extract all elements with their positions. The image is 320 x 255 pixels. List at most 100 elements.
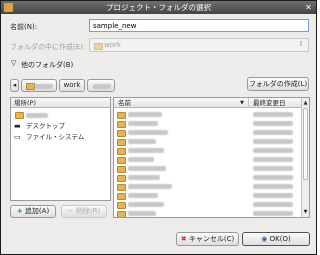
folder-icon: [117, 166, 126, 173]
file-row[interactable]: [114, 137, 309, 146]
scroll-thumb[interactable]: [303, 108, 308, 180]
file-row[interactable]: [114, 128, 309, 137]
file-name: [128, 202, 164, 207]
dialog-window: プロジェクト・フォルダの選択 ✕ 名前(N): フォルダの中に作成(E): wo…: [0, 0, 317, 255]
path-segment-current[interactable]: [87, 79, 115, 92]
home-folder-icon: [26, 83, 35, 90]
folder-icon: [117, 211, 126, 217]
expander-arrow-icon[interactable]: ▽: [11, 59, 16, 67]
path-segment-label: [93, 84, 111, 89]
file-name: [128, 166, 166, 171]
file-name: [128, 121, 158, 126]
remove-button[interactable]: − 削除(R): [61, 205, 107, 218]
file-modified: [253, 130, 293, 135]
places-item-label: [26, 113, 48, 118]
file-name: [128, 184, 172, 189]
remove-button-label: 削除(R): [75, 207, 101, 215]
sort-arrow-icon: ▼: [240, 100, 244, 106]
title-bar: プロジェクト・フォルダの選択 ✕: [1, 1, 316, 14]
path-segment-label: [35, 84, 53, 89]
ok-button[interactable]: ◉ OK(O): [242, 232, 310, 246]
places-item-label: デスクトップ: [26, 122, 65, 130]
desktop-icon: ▬: [14, 122, 21, 130]
places-item-desktop[interactable]: ▬ デスクトップ: [11, 121, 110, 131]
drive-icon: ▭: [14, 133, 21, 141]
other-folders-label[interactable]: 他のフォルダ(B): [21, 60, 73, 70]
create-in-label: フォルダの中に作成(E):: [10, 43, 86, 51]
file-row[interactable]: [114, 191, 309, 200]
column-header-name[interactable]: 名前 ▼: [114, 98, 249, 108]
home-folder-icon: [15, 112, 24, 119]
ok-icon: ◉: [261, 235, 268, 243]
file-modified: [253, 211, 293, 216]
path-segment-home[interactable]: [21, 79, 57, 92]
combo-arrows-icon: ⇕: [298, 40, 304, 48]
file-name: [128, 112, 162, 117]
name-field[interactable]: [89, 19, 309, 32]
file-row[interactable]: [114, 200, 309, 209]
scroll-down-arrow-icon[interactable]: ▼: [303, 209, 308, 215]
file-modified: [253, 121, 293, 126]
add-button[interactable]: + 追加(A): [10, 205, 56, 218]
places-item-filesystem[interactable]: ▭ ファイル・システム: [11, 132, 110, 142]
folder-icon: [117, 175, 126, 182]
file-modified: [253, 202, 293, 207]
scrollbar[interactable]: ▲ ▼: [301, 98, 309, 217]
file-name: [128, 193, 158, 198]
file-name: [128, 139, 156, 144]
file-row[interactable]: [114, 173, 309, 182]
file-modified: [253, 175, 293, 180]
folder-icon: [117, 157, 126, 164]
add-button-label: 追加(A): [24, 207, 50, 215]
folder-icon: [117, 121, 126, 128]
file-modified: [253, 157, 293, 162]
file-name: [128, 148, 164, 153]
file-row[interactable]: [114, 119, 309, 128]
file-modified: [253, 184, 293, 189]
column-header-name-label: 名前: [118, 99, 131, 107]
column-header-modified[interactable]: 最終変更日: [249, 98, 301, 108]
create-folder-button[interactable]: フォルダの作成(L): [247, 77, 309, 91]
folder-icon: [117, 202, 126, 209]
ok-button-label: OK(O): [269, 235, 291, 243]
file-modified: [253, 193, 293, 198]
file-row[interactable]: [114, 182, 309, 191]
places-pane: 場所(P) ▬ デスクトップ ▭ ファイル・システム: [10, 97, 111, 201]
file-name: [128, 130, 168, 135]
path-back-button[interactable]: ◂: [10, 79, 19, 92]
file-modified: [253, 148, 293, 153]
path-segment-work[interactable]: work: [59, 79, 85, 92]
folder-icon: [117, 193, 126, 200]
places-item-home[interactable]: [11, 110, 110, 120]
cancel-button[interactable]: ✖ キャンセル(C): [176, 232, 239, 246]
create-in-combo[interactable]: work ⇕: [89, 38, 309, 52]
folder-icon: [94, 43, 103, 50]
window-title: プロジェクト・フォルダの選択: [106, 3, 211, 12]
file-row[interactable]: [114, 110, 309, 119]
remove-icon: −: [67, 207, 74, 215]
file-modified: [253, 166, 293, 171]
name-input[interactable]: [90, 20, 308, 31]
file-modified: [253, 112, 293, 117]
folder-icon: [117, 139, 126, 146]
add-icon: +: [16, 207, 23, 215]
cancel-icon: ✖: [180, 235, 187, 243]
folder-icon: [117, 130, 126, 137]
file-name: [128, 175, 160, 180]
file-row[interactable]: [114, 209, 309, 217]
scroll-up-arrow-icon[interactable]: ▲: [303, 100, 308, 106]
file-row[interactable]: [114, 146, 309, 155]
file-name: [128, 211, 156, 216]
cancel-button-label: キャンセル(C): [188, 235, 235, 243]
folder-icon: [117, 184, 126, 191]
file-row[interactable]: [114, 164, 309, 173]
file-name: [128, 157, 154, 162]
file-modified: [253, 139, 293, 144]
files-pane: 名前 ▼ 最終変更日 ▲ ▼: [113, 97, 310, 218]
close-icon[interactable]: ✕: [304, 3, 313, 12]
folder-icon: [117, 148, 126, 155]
places-header[interactable]: 場所(P): [11, 98, 110, 108]
folder-icon: [117, 112, 126, 119]
file-row[interactable]: [114, 155, 309, 164]
places-item-label: ファイル・システム: [26, 133, 85, 141]
